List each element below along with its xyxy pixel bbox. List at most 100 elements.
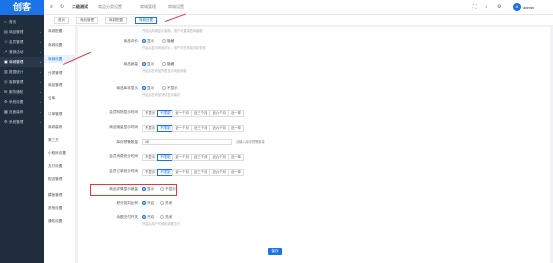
fullscreen-icon[interactable]: ⛶: [473, 4, 477, 10]
period-opt[interactable]: 近六个月: [209, 154, 230, 161]
save-button[interactable]: 保存: [268, 248, 282, 255]
sidebar-item-2[interactable]: ☺会员管理 ›: [0, 37, 44, 47]
period-opt[interactable]: 不限制: [157, 110, 174, 117]
period-opt[interactable]: 不限制: [157, 154, 174, 161]
period-opt[interactable]: 不限制: [157, 169, 174, 176]
period-opt[interactable]: 近一年: [228, 110, 245, 117]
sidebar-item-10[interactable]: ⚙系统管理 ›: [0, 117, 44, 127]
stock-label: 商品库存显示: [116, 86, 138, 90]
sidebar-item-3[interactable]: ↗ 营销活动 ›: [0, 47, 44, 57]
stock-hide[interactable]: 不显示: [162, 86, 178, 91]
shop-review-hide[interactable]: 隐藏: [162, 39, 174, 44]
qty-input[interactable]: 10: [142, 139, 232, 145]
sidebar-item-5[interactable]: ▥数据统计 ›: [0, 67, 44, 77]
pay-off[interactable]: 关闭: [160, 215, 172, 220]
settings-form: 开启后商城显示客服，用户可直接咨询客服 商品评价 显示 隐藏 开启后显示商品评价…: [78, 27, 550, 263]
shop-sales-hide[interactable]: 隐藏: [162, 62, 174, 67]
period-opt[interactable]: 不显示: [142, 169, 159, 176]
period-group-3: 不显示 不限制 近一个月 近三个月 近六个月 近一年: [142, 154, 245, 161]
period-opt[interactable]: 近六个月: [209, 125, 230, 132]
hint-4: 开启后在商品详情显示库存: [142, 93, 181, 97]
sub-sidebar: 商城配置 商城设置 商城设置 分类管理 商品管理 仓库 订单管理 商城装修 第三…: [44, 15, 76, 263]
sidebar-item-7[interactable]: ✉ 服务通知 ›: [0, 87, 44, 97]
main-sidebar: ⌂ 首页 ▤商品管理 › ☺会员管理 › ↗ 营销活动 › ▣商城管理 › ▥数据统计 › ◎…: [0, 15, 44, 263]
settings-icon[interactable]: ⚙: [497, 4, 501, 10]
tab-bar: 首页 商品管理 商城配置 商城设置: [50, 15, 553, 26]
sub-item-5[interactable]: 仓库: [44, 94, 76, 102]
top-nav-item-0[interactable]: 二级测试: [72, 4, 88, 10]
stock-show[interactable]: 显示: [142, 86, 154, 91]
top-header: 创客 ≡ ↻ 二级测试 商品分类设置 商城管理 商城设置 ⛶ ♪ ⚙ A adm…: [0, 0, 553, 15]
period-opt[interactable]: 不显示: [142, 125, 159, 132]
sidebar-item-6[interactable]: ◎ 客服管理 ›: [0, 77, 44, 87]
period-opt[interactable]: 不显示: [142, 110, 159, 117]
sub-item-9[interactable]: 小程序设置: [44, 149, 76, 157]
tab-home[interactable]: 首页: [54, 17, 69, 24]
period-opt[interactable]: 近一个月: [172, 110, 192, 117]
highlight-show[interactable]: 显示: [142, 187, 154, 192]
shop-sales-show[interactable]: 显示: [142, 62, 154, 67]
sub-item-3[interactable]: 分类管理: [44, 69, 76, 77]
menu-collapse-icon[interactable]: ≡: [50, 4, 53, 10]
period-opt[interactable]: 近三个月: [190, 169, 211, 176]
period-group-1: 不显示 不限制 近一个月 近三个月 近六个月 近一年: [142, 110, 245, 117]
period-opt[interactable]: 近三个月: [190, 154, 211, 161]
username[interactable]: admin: [523, 5, 534, 10]
period-opt[interactable]: 近六个月: [209, 169, 230, 176]
hint-3: 开启后在商品列表显示商品销量: [142, 69, 187, 73]
sub-item-12[interactable]: 模板管理: [44, 191, 76, 199]
sub-item-10[interactable]: 支付设置: [44, 162, 76, 170]
sub-item-14[interactable]: 通知设置: [44, 217, 76, 225]
highlight-hide[interactable]: 不显示: [160, 187, 176, 192]
credit-on[interactable]: 开启: [142, 201, 154, 206]
tab-goods[interactable]: 商品管理: [76, 17, 98, 24]
sub-item-7[interactable]: 商城装修: [44, 123, 76, 131]
shop-sales-label: 商品销量: [123, 62, 138, 66]
tab-shop-config[interactable]: 商城配置: [105, 17, 127, 24]
credit-label: 积分抵扣比例: [116, 201, 138, 205]
sub-item-8[interactable]: 第三方: [44, 136, 76, 144]
app-logo: 创客: [0, 0, 44, 15]
pay-on[interactable]: 开启: [142, 215, 154, 220]
avatar[interactable]: A: [513, 3, 521, 11]
shop-review-show[interactable]: 显示: [142, 39, 154, 44]
period-opt[interactable]: 近一年: [228, 169, 245, 176]
sidebar-item-8[interactable]: ⚙系统设置 ›: [0, 97, 44, 107]
sub-item-13[interactable]: 其他设置: [44, 204, 76, 212]
refresh-icon[interactable]: ↻: [60, 4, 64, 10]
tab-shop-settings[interactable]: 商城设置: [135, 17, 157, 24]
period-opt[interactable]: 近一个月: [172, 169, 192, 176]
shop-review-label: 商品评价: [123, 39, 138, 43]
sub-item-4[interactable]: 商品管理: [44, 81, 76, 89]
sub-item-6[interactable]: 订单管理: [44, 110, 76, 118]
period-opt[interactable]: 不显示: [142, 154, 159, 161]
period-opt[interactable]: 近一个月: [172, 125, 192, 132]
sub-item-0[interactable]: 商城配置: [44, 27, 76, 35]
qty-hint: 请输入库存预警数量: [236, 140, 265, 144]
period-label-4: 会员订单统计时间: [109, 169, 138, 173]
top-nav-item-1[interactable]: 商品分类设置: [98, 4, 122, 10]
period-opt[interactable]: 近六个月: [209, 110, 230, 117]
bell-icon[interactable]: ♪: [485, 4, 488, 10]
period-opt[interactable]: 不限制: [157, 125, 174, 132]
pay-label: 余额支付开关: [116, 215, 138, 219]
sidebar-item-0[interactable]: ⌂ 首页: [0, 17, 44, 27]
period-group-2: 不显示 不限制 近一个月 近三个月 近六个月 近一年: [142, 125, 245, 132]
period-opt[interactable]: 近三个月: [190, 125, 211, 132]
sidebar-item-4[interactable]: ▣商城管理 ›: [0, 57, 44, 67]
sub-item-1[interactable]: 商城设置: [44, 41, 76, 49]
sidebar-item-9[interactable]: ▦页面装修 ›: [0, 107, 44, 117]
sub-item-11[interactable]: 配送管理: [44, 175, 76, 183]
period-opt[interactable]: 近三个月: [190, 110, 211, 117]
period-opt[interactable]: 近一年: [228, 154, 245, 161]
sidebar-item-1[interactable]: ▤商品管理 ›: [0, 27, 44, 37]
top-nav-item-3[interactable]: 商城设置: [168, 4, 184, 10]
period-label-2: 商品销量显示时间: [109, 125, 138, 129]
qty-label: 库存预警数量: [116, 140, 138, 144]
highlight-label: 商品详情显示销量: [109, 187, 138, 191]
period-opt[interactable]: 近一年: [228, 125, 245, 132]
hint-2: 开启后显示商品评价，用户可在商品详情查看: [142, 46, 206, 50]
credit-off[interactable]: 关闭: [160, 201, 172, 206]
period-opt[interactable]: 近一个月: [172, 154, 192, 161]
top-nav-item-2[interactable]: 商城管理: [140, 4, 156, 10]
